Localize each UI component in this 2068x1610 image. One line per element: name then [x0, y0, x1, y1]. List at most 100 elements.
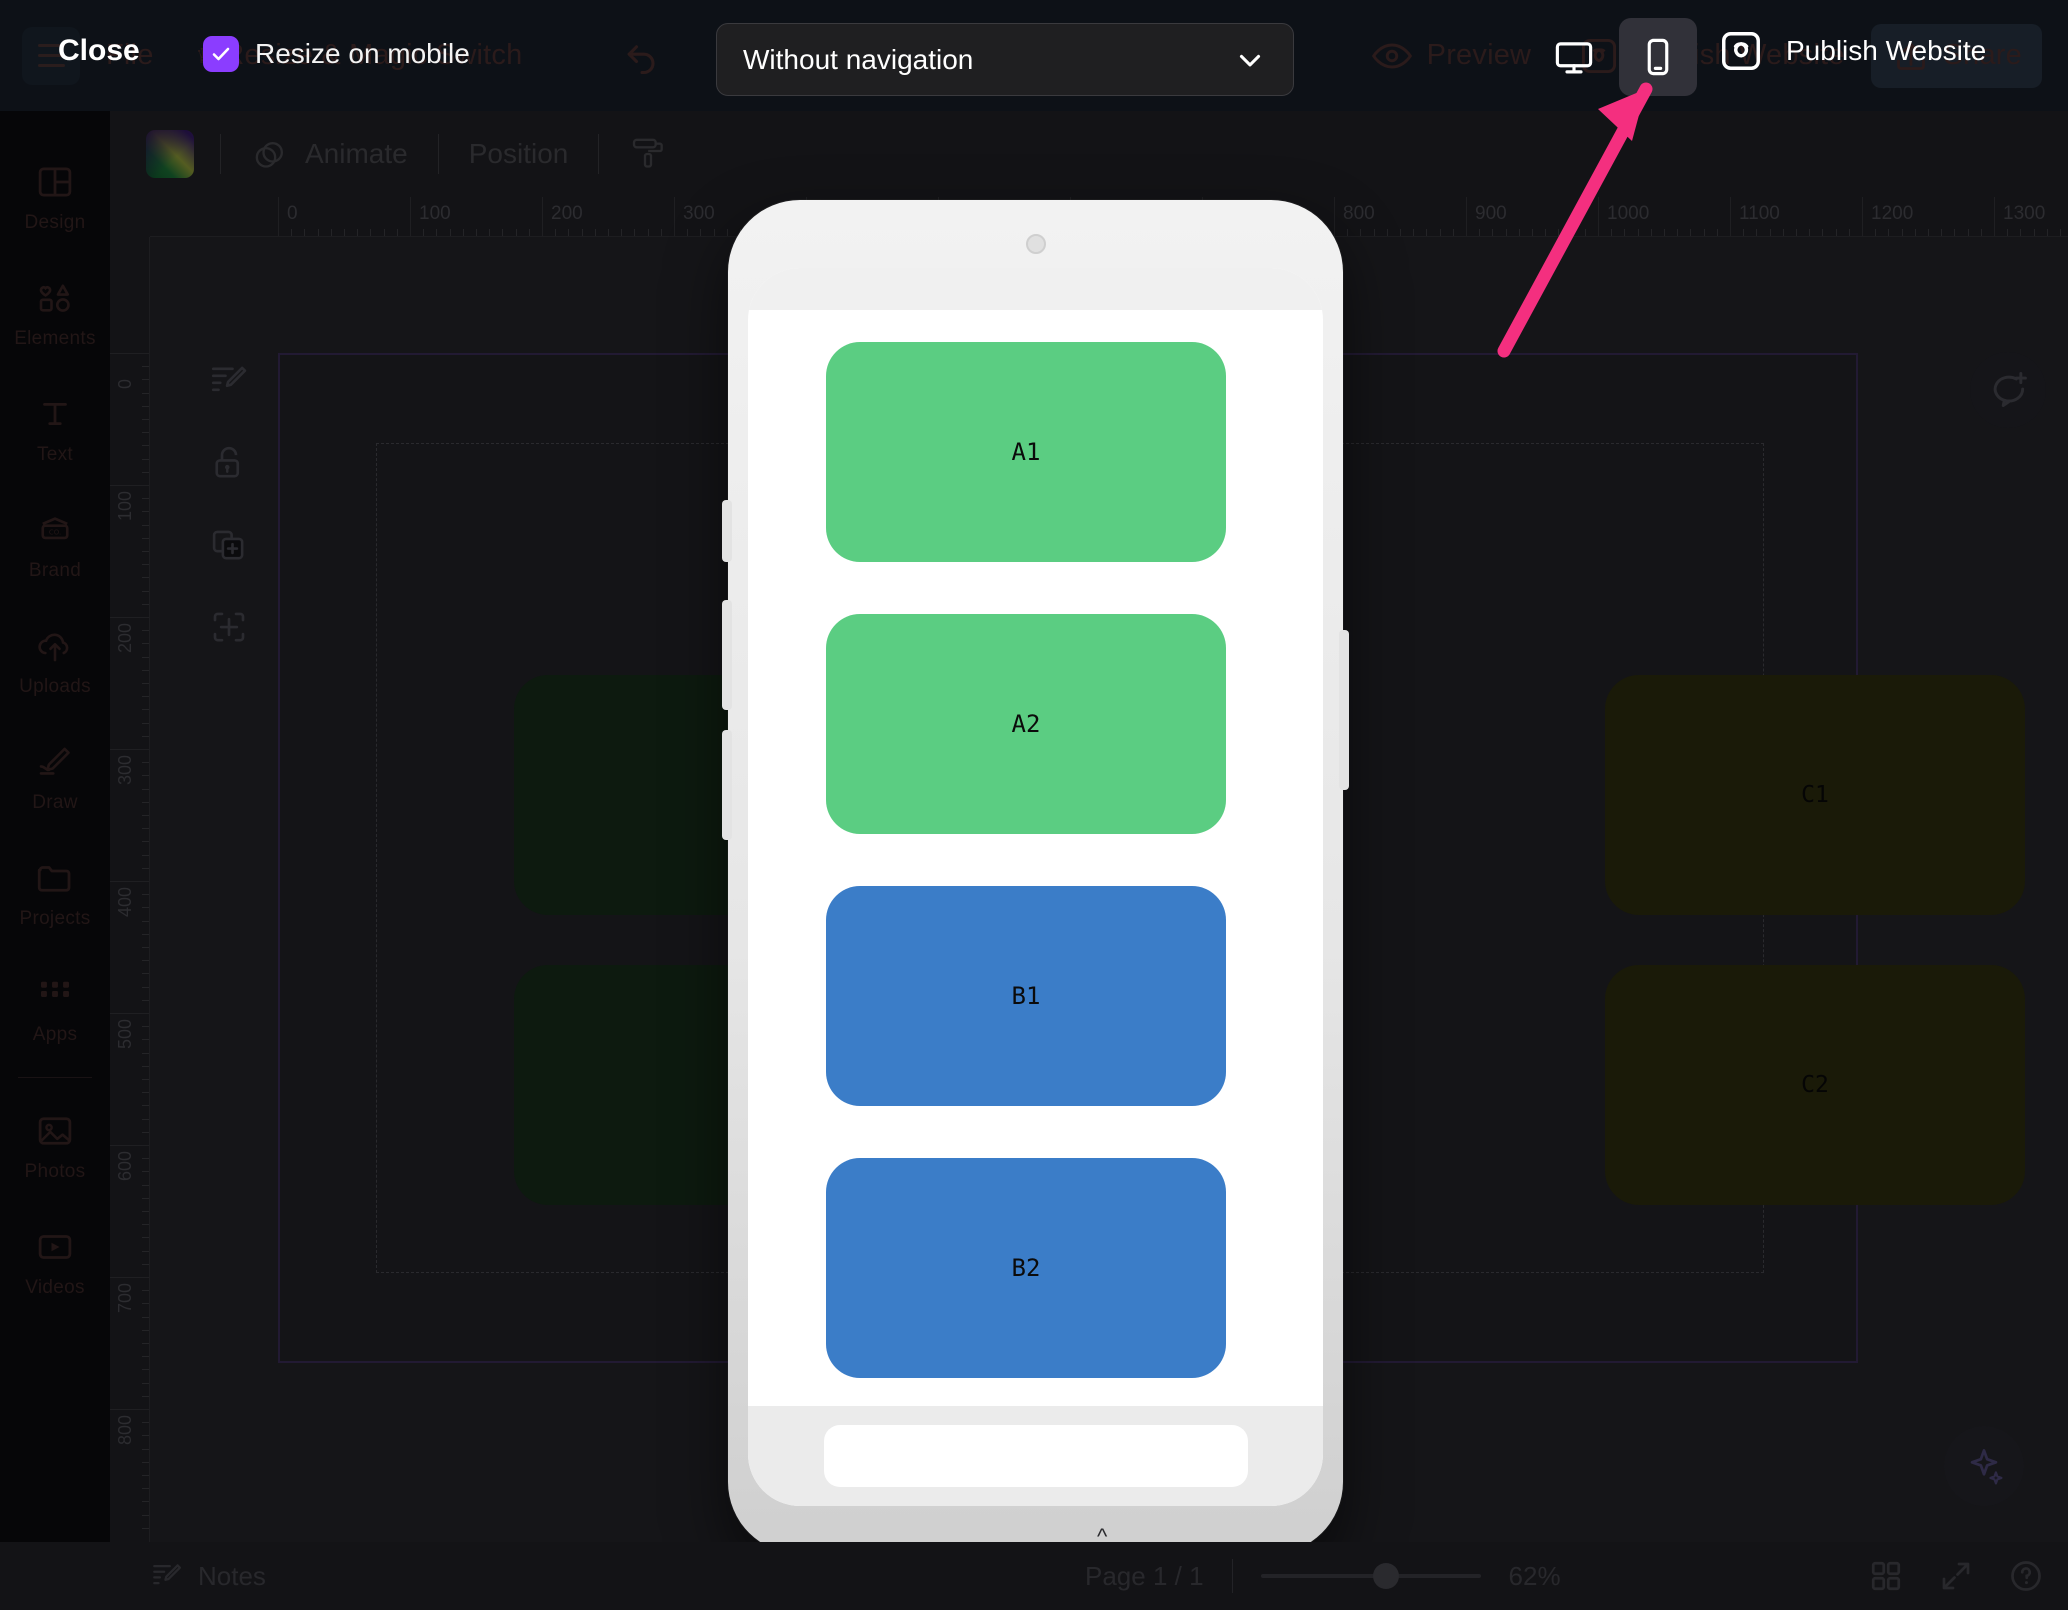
ruler-minor-tick	[1492, 229, 1494, 236]
phone-card[interactable]: A2	[826, 614, 1226, 834]
resize-on-mobile-checkbox[interactable]: Resize on mobile	[203, 36, 470, 72]
ruler-minor-tick-v	[142, 683, 149, 684]
ruler-minor-tick-v	[142, 762, 149, 764]
sidebar-item-photos[interactable]: Photos	[0, 1088, 110, 1204]
animate-label: Animate	[305, 138, 408, 169]
zoom-slider-knob[interactable]	[1372, 1563, 1399, 1589]
canvas-card[interactable]: C2	[1605, 965, 2025, 1205]
ruler-minor-tick	[357, 229, 359, 236]
phone-button-right-1	[1339, 630, 1349, 790]
ruler-minor-tick	[1914, 229, 1916, 236]
ruler-minor-tick	[1452, 229, 1454, 236]
phone-card-list[interactable]: A1A2B1B2C1	[748, 310, 1323, 1406]
ruler-minor-tick	[1848, 229, 1850, 236]
sidebar-item-design[interactable]: Design	[0, 139, 110, 255]
phone-screen[interactable]: A1A2B1B2C1	[748, 268, 1323, 1506]
navigation-select[interactable]: Without navigation	[716, 23, 1294, 96]
ruler-minor-tick-v	[142, 524, 149, 526]
magic-studio-button[interactable]	[1944, 1426, 2024, 1506]
publish-website-button[interactable]: Publish Website	[1718, 28, 1986, 74]
ruler-minor-tick	[555, 229, 557, 236]
ruler-minor-tick	[476, 229, 477, 236]
ruler-minor-tick-v	[142, 854, 149, 856]
navigation-select-value: Without navigation	[743, 43, 974, 75]
help-icon[interactable]	[2008, 1558, 2044, 1594]
ruler-minor-tick-v	[142, 1105, 149, 1107]
toolbar-divider	[220, 134, 221, 174]
sidebar-item-draw[interactable]: Draw	[0, 719, 110, 835]
ruler-minor-tick-v	[142, 564, 149, 566]
grid-view-icon[interactable]	[1868, 1558, 1904, 1594]
videos-icon	[34, 1226, 76, 1268]
phone-status-bar	[748, 268, 1323, 310]
checkbox-checked-icon[interactable]	[203, 36, 239, 72]
bottom-bar: Notes Page 1 / 1 62%	[0, 1542, 2068, 1610]
ruler-minor-tick-v	[142, 907, 149, 909]
position-button[interactable]: Position	[465, 138, 573, 170]
photos-icon	[34, 1110, 76, 1152]
ruler-minor-tick	[1822, 229, 1824, 236]
ruler-minor-tick-v	[142, 1316, 149, 1318]
home-indicator	[823, 1425, 1248, 1487]
view-mode-toggle[interactable]	[1535, 18, 1697, 96]
ruler-tick-v	[109, 353, 149, 354]
close-button[interactable]: Close	[58, 34, 140, 68]
ruler-minor-tick-v	[142, 1052, 149, 1054]
ruler-minor-tick	[726, 229, 728, 236]
ruler-minor-tick	[1796, 229, 1797, 236]
ruler-minor-tick-v	[142, 445, 149, 447]
ruler-minor-tick	[581, 229, 583, 236]
ruler-minor-tick-v	[142, 815, 149, 816]
add-comment-button[interactable]	[1970, 352, 2046, 428]
ruler-label: 800	[1343, 203, 1375, 224]
sidebar-item-brand[interactable]: CO. Brand	[0, 487, 110, 603]
sidebar-item-elements[interactable]: Elements	[0, 255, 110, 371]
projects-icon	[34, 857, 76, 899]
ruler-minor-tick-v	[142, 696, 149, 698]
ruler-minor-tick-v	[142, 960, 149, 962]
ruler-tick	[1862, 196, 1863, 236]
toolbar-divider-2	[437, 134, 439, 174]
sidebar-item-videos[interactable]: Videos	[0, 1204, 110, 1320]
sidebar-item-text[interactable]: Text	[0, 371, 110, 487]
ruler-minor-tick	[608, 229, 609, 236]
duplicate-page-icon[interactable]	[208, 524, 250, 566]
notes-edit-icon[interactable]	[208, 360, 250, 402]
ruler-minor-tick	[502, 229, 504, 236]
lock-open-icon[interactable]	[208, 442, 250, 484]
color-gradient-swatch[interactable]	[146, 130, 194, 178]
ruler-minor-tick	[1743, 229, 1745, 236]
ruler-minor-tick	[1716, 229, 1718, 236]
ruler-minor-tick	[1518, 229, 1520, 236]
ruler-minor-tick	[317, 229, 319, 236]
ruler-minor-tick-v	[142, 841, 149, 843]
ruler-minor-tick-v	[142, 1475, 149, 1476]
ruler-tick	[410, 196, 411, 236]
page-tools[interactable]	[208, 360, 250, 648]
sidebar-item-projects[interactable]: Projects	[0, 835, 110, 951]
left-sidebar[interactable]: Design Elements Text CO. Brand Uploads Draw Pro…	[0, 111, 110, 1610]
ruler-minor-tick	[647, 229, 649, 236]
phone-card[interactable]: A1	[826, 342, 1226, 562]
paint-roller-button[interactable]	[625, 134, 673, 174]
fullscreen-icon[interactable]	[1938, 1558, 1974, 1594]
chevron-down-icon[interactable]	[1233, 43, 1267, 77]
sidebar-item-apps[interactable]: Apps	[0, 951, 110, 1067]
mobile-view-button[interactable]	[1619, 18, 1697, 96]
undo-button[interactable]	[604, 24, 680, 88]
zoom-slider[interactable]	[1260, 1563, 1481, 1589]
brand-icon: CO.	[34, 509, 76, 551]
ruler-minor-tick-v	[142, 1435, 149, 1437]
ruler-label: 900	[1475, 203, 1507, 224]
ruler-minor-tick	[1545, 229, 1547, 236]
animate-button[interactable]: Animate	[247, 134, 412, 174]
phone-card[interactable]: B1	[826, 886, 1226, 1106]
phone-card[interactable]: B2	[826, 1158, 1226, 1378]
desktop-view-button[interactable]	[1535, 18, 1613, 96]
preview-button[interactable]: Preview	[1350, 22, 1552, 90]
canvas-card[interactable]: C1	[1605, 675, 2025, 915]
ruler-minor-tick-v	[142, 511, 149, 513]
sidebar-item-uploads[interactable]: Uploads	[0, 603, 110, 719]
add-page-icon[interactable]	[208, 606, 250, 648]
ruler-tick-v	[109, 1409, 149, 1410]
